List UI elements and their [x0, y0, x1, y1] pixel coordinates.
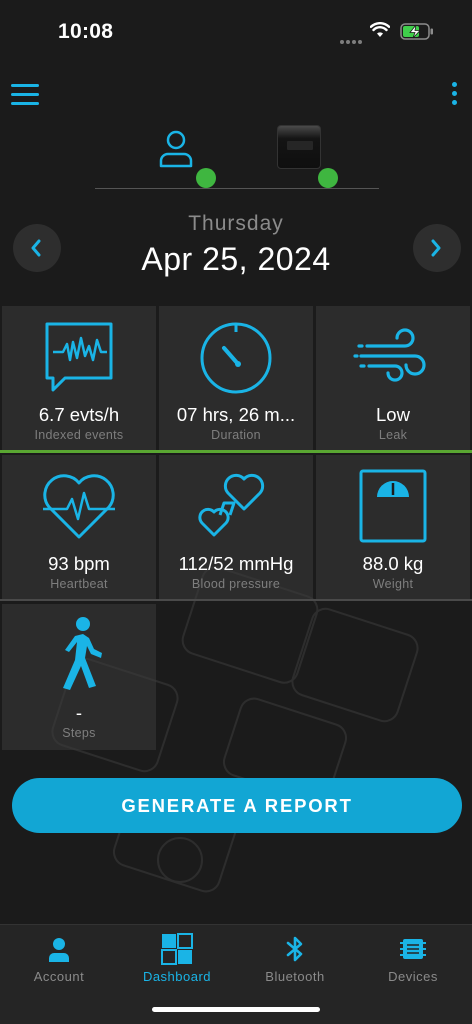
day-name: Thursday: [188, 212, 284, 235]
menu-icon[interactable]: [11, 84, 39, 106]
tile-weight[interactable]: 88.0 kg Weight: [316, 455, 470, 601]
dashboard-screen: 10:08 Thursday Apr 25, 2024 6.7 evts/h I…: [0, 0, 472, 1024]
row-separator-green: [0, 450, 472, 453]
tile-value: 6.7 evts/h: [38, 404, 120, 425]
timer-icon: [200, 322, 272, 394]
tile-label: Duration: [211, 428, 261, 442]
status-time: 10:08: [58, 20, 114, 43]
scale-icon: [359, 469, 427, 543]
generate-report-button[interactable]: GENERATE A REPORT: [12, 778, 462, 833]
chevron-right-icon: [431, 239, 441, 257]
tab-bluetooth[interactable]: Bluetooth: [236, 925, 354, 987]
cellular-dots-icon: [340, 31, 364, 49]
tile-label: Steps: [62, 726, 96, 740]
device-connected-dot: [318, 168, 338, 188]
next-day-button[interactable]: [413, 224, 461, 272]
walking-icon: [63, 617, 102, 690]
events-chart-icon: [45, 322, 113, 392]
wind-icon: [353, 328, 426, 382]
person-outline-icon: [159, 130, 193, 168]
tab-devices[interactable]: Devices: [354, 925, 472, 987]
tab-label: Dashboard: [142, 969, 212, 984]
tile-label: Leak: [378, 428, 408, 442]
wifi-icon: [370, 22, 390, 37]
tab-label: Bluetooth: [265, 969, 325, 984]
status-bar: 10:08: [0, 0, 472, 60]
tile-duration[interactable]: 07 hrs, 26 m... Duration: [159, 306, 313, 452]
tile-blood-pressure[interactable]: 112/52 mmHg Blood pressure: [159, 455, 313, 601]
battery-charging-icon: [400, 23, 433, 40]
tile-value: 112/52 mmHg: [178, 553, 294, 574]
tile-value: -: [75, 702, 83, 723]
user-connected-dot: [196, 168, 216, 188]
person-icon: [49, 938, 69, 962]
row-separator: [0, 599, 472, 601]
dashboard-grid-icon: [161, 933, 193, 965]
device-chip-icon: [400, 939, 426, 959]
heart-pulse-icon: [43, 474, 115, 539]
home-indicator: [152, 1007, 320, 1012]
tile-steps[interactable]: - Steps: [2, 604, 156, 750]
tile-value: 07 hrs, 26 m...: [176, 404, 296, 425]
tile-indexed-events[interactable]: 6.7 evts/h Indexed events: [2, 306, 156, 452]
tile-label: Blood pressure: [191, 577, 281, 591]
device-connection-status[interactable]: [272, 122, 352, 188]
tab-label: Devices: [388, 969, 438, 984]
tile-label: Weight: [372, 577, 414, 591]
tab-account[interactable]: Account: [0, 925, 118, 987]
tile-value: 93 bpm: [48, 553, 110, 574]
more-vertical-icon[interactable]: [448, 82, 460, 110]
header-divider: [95, 188, 379, 189]
tile-label: Indexed events: [34, 428, 124, 442]
tile-label: Heartbeat: [50, 577, 108, 591]
bluetooth-icon: [286, 936, 303, 962]
user-connection-status[interactable]: [150, 126, 220, 188]
tile-value: 88.0 kg: [362, 553, 424, 574]
blood-pressure-hearts-icon: [198, 473, 265, 537]
tab-dashboard[interactable]: Dashboard: [118, 925, 236, 987]
tile-leak[interactable]: Low Leak: [316, 306, 470, 452]
tile-value: Low: [376, 404, 410, 425]
selected-date: Apr 25, 2024: [141, 241, 331, 277]
cpap-device-image: [277, 125, 321, 169]
tile-heartbeat[interactable]: 93 bpm Heartbeat: [2, 455, 156, 601]
tab-label: Account: [33, 969, 85, 984]
